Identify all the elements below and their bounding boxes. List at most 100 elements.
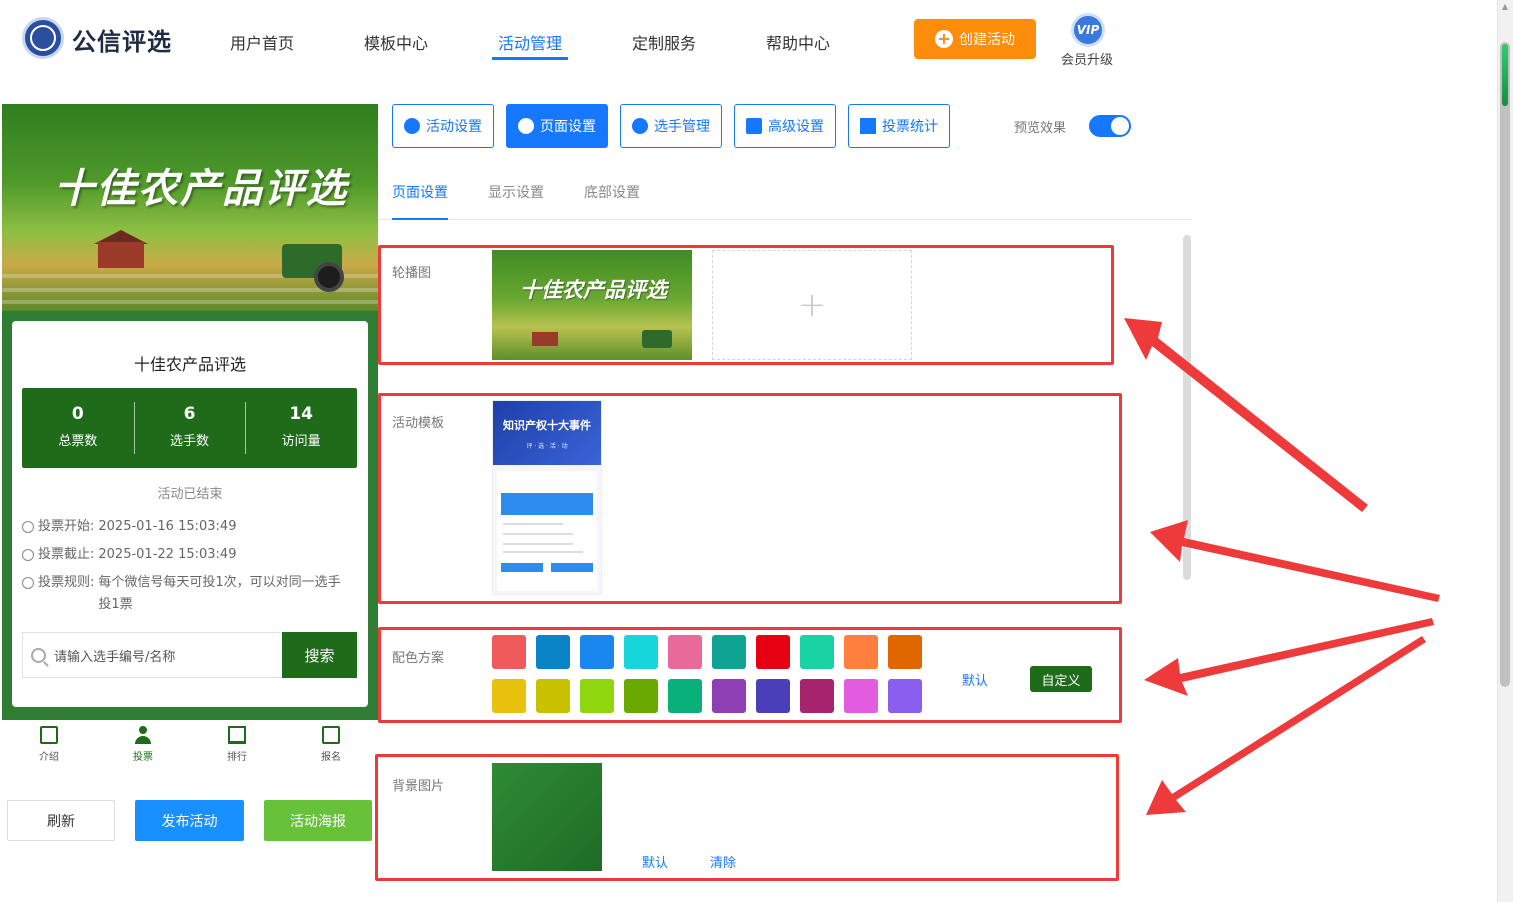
stat-total-votes: 0 总票数 — [58, 404, 98, 449]
search-icon — [31, 647, 46, 663]
background-clear-link[interactable]: 清除 — [710, 852, 736, 871]
color-swatch[interactable] — [800, 679, 834, 713]
color-swatch[interactable] — [580, 635, 614, 669]
highlight-box-background — [375, 754, 1119, 881]
bar-chart-icon — [860, 118, 876, 134]
carousel-label: 轮播图 — [392, 266, 432, 281]
person-icon — [134, 726, 152, 744]
publish-activity-button[interactable]: 发布活动 — [135, 800, 244, 841]
arrow-to-carousel — [1124, 318, 1368, 512]
activity-poster-button[interactable]: 活动海报 — [264, 800, 372, 841]
color-swatch[interactable] — [888, 679, 922, 713]
color-swatch[interactable] — [624, 679, 658, 713]
subtab-display-settings[interactable]: 显示设置 — [488, 182, 544, 202]
tab-vote[interactable]: 投票 — [96, 720, 190, 772]
scroll-up-arrow-icon[interactable]: ▲ — [1500, 2, 1510, 12]
highlight-box-template — [378, 393, 1122, 604]
color-custom-button[interactable]: 自定义 — [1030, 666, 1092, 692]
color-swatch[interactable] — [536, 635, 570, 669]
toggle-knob — [1111, 117, 1129, 135]
tab-signup[interactable]: 报名 — [284, 720, 378, 772]
nav-user-home[interactable]: 用户首页 — [230, 30, 294, 54]
preview-tabbar: 介绍 投票 排行 报名 — [2, 720, 378, 772]
mobile-preview: 十佳农产品评选 十佳农产品评选 0 总票数 6 选手数 14 访问量 活动已结束… — [2, 104, 378, 720]
color-swatch[interactable] — [492, 635, 526, 669]
vote-statistics-button[interactable]: 投票统计 — [848, 104, 950, 148]
color-swatch[interactable] — [492, 679, 526, 713]
add-carousel-image-button[interactable]: + — [712, 250, 912, 360]
nav-help-center[interactable]: 帮助中心 — [766, 30, 830, 54]
create-activity-label: 创建活动 — [959, 32, 1015, 48]
color-swatch[interactable] — [844, 635, 878, 669]
preview-banner: 十佳农产品评选 — [2, 104, 378, 311]
vote-end-row: 投票截止: 2025-01-22 15:03:49 — [22, 544, 236, 566]
color-swatch[interactable] — [844, 679, 878, 713]
subtab-footer-settings[interactable]: 底部设置 — [584, 182, 640, 202]
users-icon — [632, 118, 648, 134]
color-swatch[interactable] — [712, 679, 746, 713]
color-swatch[interactable] — [536, 679, 570, 713]
color-scheme-label: 配色方案 — [392, 651, 445, 666]
star-icon — [404, 118, 420, 134]
plus-icon: + — [935, 30, 953, 48]
advanced-settings-button[interactable]: 高级设置 — [734, 104, 836, 148]
background-image-label: 背景图片 — [392, 779, 445, 794]
template-label: 活动模板 — [392, 416, 445, 431]
vote-rule-row: 投票规则: 每个微信号每天可投1次，可以对同一选手投1票 — [22, 572, 348, 616]
contestant-management-button[interactable]: 选手管理 — [620, 104, 722, 148]
subtab-page-settings[interactable]: 页面设置 — [392, 182, 448, 202]
document-icon — [40, 726, 58, 744]
nav-custom-service[interactable]: 定制服务 — [632, 30, 696, 54]
subtab-divider — [378, 219, 1192, 220]
arrow-to-template — [1150, 520, 1440, 602]
refresh-button[interactable]: 刷新 — [7, 800, 115, 841]
nav-template-center[interactable]: 模板中心 — [364, 30, 428, 54]
annotation-arrows — [1124, 318, 1440, 815]
activity-status: 活动已结束 — [157, 487, 223, 502]
settings-list-icon — [746, 118, 762, 134]
search-button[interactable]: 搜索 — [282, 632, 357, 678]
color-swatch[interactable] — [756, 635, 790, 669]
vote-start-row: 投票开始: 2025-01-16 15:03:49 — [22, 516, 236, 538]
info-icon — [22, 577, 34, 589]
ranking-icon — [228, 726, 246, 744]
clock-icon — [22, 549, 34, 561]
search-placeholder: 请输入选手编号/名称 — [54, 649, 176, 665]
template-thumbnail[interactable]: 知识产权十大事件 评 · 选 · 活 · 动 — [492, 400, 602, 595]
signup-icon — [322, 726, 340, 744]
activity-title: 十佳农产品评选 — [133, 355, 246, 374]
tab-ranking[interactable]: 排行 — [190, 720, 284, 772]
top-header: 公信评选 用户首页 模板中心 活动管理 定制服务 帮助中心 + 创建活动 VIP… — [0, 0, 1497, 80]
page-settings-button[interactable]: 页面设置 — [506, 104, 608, 148]
subtab-active-indicator — [392, 218, 448, 220]
member-upgrade-link[interactable]: 会员升级 — [1061, 49, 1113, 68]
color-swatch[interactable] — [580, 679, 614, 713]
contestant-search-input[interactable]: 请输入选手编号/名称 — [22, 632, 282, 678]
plus-icon: + — [797, 285, 827, 325]
color-swatch[interactable] — [800, 635, 834, 669]
highlight-box-color-scheme — [378, 627, 1122, 723]
create-activity-button[interactable]: + 创建活动 — [914, 19, 1036, 59]
color-default-link[interactable]: 默认 — [962, 670, 988, 689]
activity-settings-button[interactable]: 活动设置 — [392, 104, 494, 148]
page-scrollbar-thumb[interactable] — [1500, 42, 1510, 687]
tab-intro[interactable]: 介绍 — [2, 720, 96, 772]
vip-icon[interactable]: VIP — [1071, 13, 1105, 47]
brand-name[interactable]: 公信评选 — [72, 22, 172, 57]
color-swatch[interactable] — [712, 635, 746, 669]
color-swatch[interactable] — [624, 635, 658, 669]
background-default-link[interactable]: 默认 — [642, 852, 668, 871]
carousel-image[interactable]: 十佳农产品评选 — [492, 250, 692, 360]
stat-visits: 14 访问量 — [245, 388, 357, 468]
activity-info-card: 十佳农产品评选 0 总票数 6 选手数 14 访问量 活动已结束 投票开始: 2… — [12, 321, 368, 707]
background-image[interactable] — [492, 763, 602, 871]
color-swatch[interactable] — [668, 679, 702, 713]
banner-title: 十佳农产品评选 — [54, 165, 348, 212]
clock-icon — [22, 521, 34, 533]
color-swatch[interactable] — [888, 635, 922, 669]
logo-icon[interactable] — [22, 17, 64, 59]
stats-panel: 0 总票数 6 选手数 14 访问量 — [22, 388, 357, 468]
color-swatch[interactable] — [668, 635, 702, 669]
color-swatch[interactable] — [756, 679, 790, 713]
nav-activity-management[interactable]: 活动管理 — [498, 30, 562, 54]
